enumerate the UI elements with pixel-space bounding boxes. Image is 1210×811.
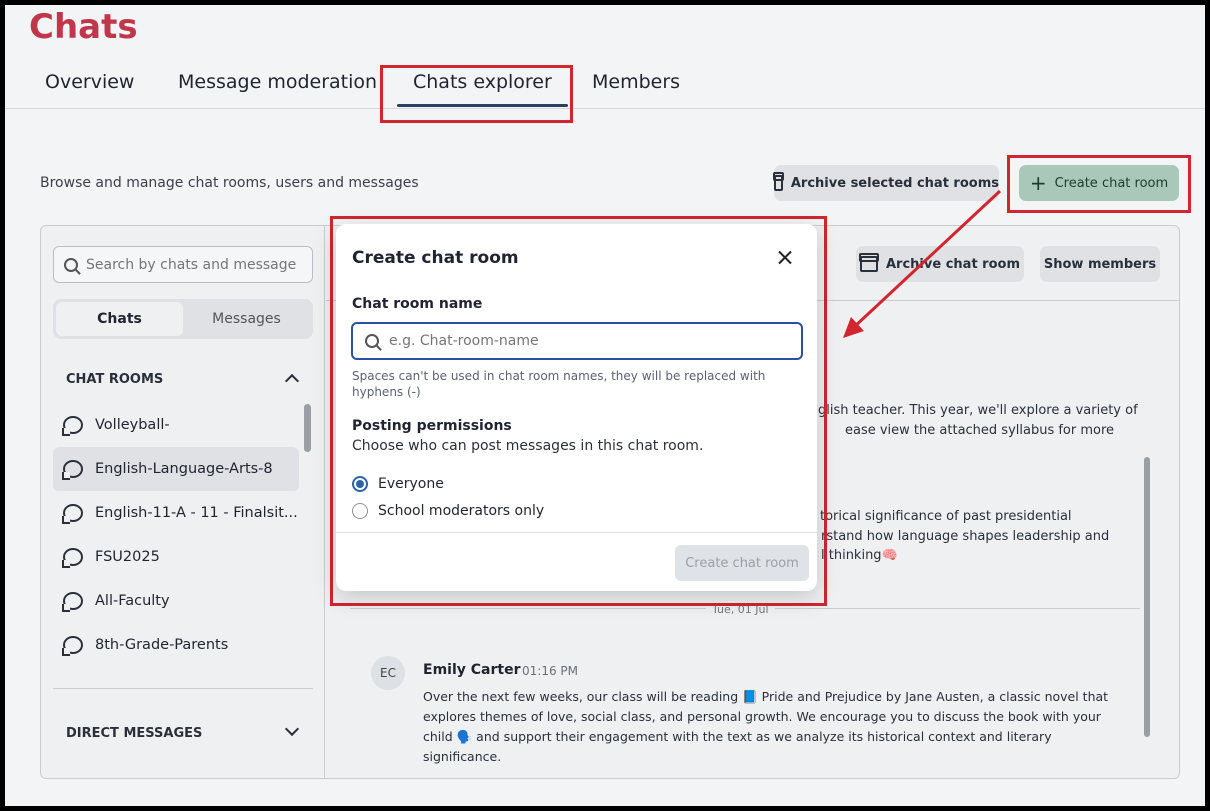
archive-icon <box>859 253 879 272</box>
sidebar-divider <box>53 688 313 689</box>
list-item[interactable]: All-Faculty <box>53 579 299 623</box>
room-name: English-Language-Arts-8 <box>95 461 273 477</box>
chat-room-list: Volleyball- English-Language-Arts-8 Engl… <box>53 403 299 667</box>
message-author: Emily Carter <box>423 662 521 678</box>
dialog-title: Create chat room <box>352 248 519 268</box>
close-icon[interactable] <box>775 248 795 268</box>
chat-bubble-icon <box>62 460 83 480</box>
radio-label: School moderators only <box>378 503 545 519</box>
chat-bubble-icon <box>62 504 83 524</box>
chat-search-input[interactable] <box>86 256 296 273</box>
list-item[interactable]: 8th-Grade-Parents <box>53 623 299 667</box>
show-members-label: Show members <box>1043 256 1157 272</box>
chat-list-sidebar: Chats Messages CHAT ROOMS Volleyball- En… <box>41 226 325 778</box>
room-name: Volleyball- <box>95 417 170 433</box>
chat-room-name-field[interactable] <box>351 322 803 360</box>
search-icon <box>64 257 78 272</box>
chevron-up-icon[interactable] <box>284 373 300 389</box>
radio-everyone[interactable]: Everyone <box>352 476 444 492</box>
message-text-fragment: l thinking🧠 <box>821 548 898 563</box>
segment-chats[interactable]: Chats <box>56 302 183 336</box>
chat-bubble-icon <box>62 416 83 436</box>
show-members-button[interactable]: Show members <box>1040 246 1160 282</box>
tab-chats-explorer[interactable]: Chats explorer <box>397 71 568 107</box>
radio-school-moderators[interactable]: School moderators only <box>352 503 544 519</box>
list-item[interactable]: English-11-A - 11 - Finalsit... <box>53 491 299 535</box>
tab-members[interactable]: Members <box>592 71 680 93</box>
chevron-down-icon[interactable] <box>284 721 300 737</box>
message-text-fragment: rstand how language shapes leadership an… <box>821 529 1110 544</box>
chat-room-name-input[interactable] <box>389 333 769 349</box>
chat-bubble-icon <box>62 548 83 568</box>
message-text-fragment: ease view the attached syllabus for more <box>845 423 1115 438</box>
chat-room-name-label: Chat room name <box>352 296 483 312</box>
archive-icon <box>773 172 784 191</box>
message-text-fragment: torical significance of past presidentia… <box>820 509 1072 524</box>
date-separator-label: Tue, 01 Jul <box>706 603 775 616</box>
page-title: Chats <box>29 7 138 47</box>
message-text-fragment: glish teacher. This year, we'll explore … <box>818 403 1138 418</box>
list-item[interactable]: Volleyball- <box>53 403 299 447</box>
archive-chat-room-button[interactable]: Archive chat room <box>856 246 1024 282</box>
tab-message-moderation[interactable]: Message moderation <box>178 71 377 93</box>
list-item[interactable]: English-Language-Arts-8 <box>53 447 299 491</box>
create-chat-room-button[interactable]: + Create chat room <box>1019 165 1179 201</box>
archive-selected-label: Archive selected chat rooms <box>790 175 999 191</box>
dialog-divider <box>336 532 817 533</box>
room-name: 8th-Grade-Parents <box>95 637 229 653</box>
name-hint: Spaces can't be used in chat room names,… <box>352 369 766 399</box>
tab-overview[interactable]: Overview <box>45 71 134 93</box>
posting-permissions-description: Choose who can post messages in this cha… <box>352 438 704 454</box>
posting-permissions-label: Posting permissions <box>352 418 512 434</box>
segment-messages[interactable]: Messages <box>183 302 310 336</box>
plus-icon: + <box>1029 171 1047 195</box>
sidebar-scrollbar[interactable] <box>304 404 311 452</box>
chats-messages-toggle: Chats Messages <box>53 299 313 339</box>
room-name: FSU2025 <box>95 549 160 565</box>
message-scrollbar[interactable] <box>1144 457 1150 737</box>
archive-chat-room-label: Archive chat room <box>886 256 1020 272</box>
direct-messages-heading: DIRECT MESSAGES <box>66 726 203 741</box>
search-icon <box>365 334 379 348</box>
radio-selected-icon[interactable] <box>352 476 368 492</box>
tab-bar: Overview Message moderation Chats explor… <box>5 63 1205 109</box>
radio-label: Everyone <box>378 476 444 492</box>
app-window: Chats Overview Message moderation Chats … <box>5 5 1205 806</box>
create-chat-room-submit-button[interactable]: Create chat room <box>675 545 809 581</box>
create-chat-room-label: Create chat room <box>1054 175 1169 191</box>
room-name: All-Faculty <box>95 593 170 609</box>
avatar: EC <box>371 656 405 690</box>
create-chat-room-dialog: Create chat room Chat room name Spaces c… <box>336 224 817 591</box>
room-name: English-11-A - 11 - Finalsit... <box>95 505 298 521</box>
chat-bubble-icon <box>62 592 83 612</box>
message-timestamp: 01:16 PM <box>522 664 578 678</box>
list-item[interactable]: FSU2025 <box>53 535 299 579</box>
sidebar-search[interactable] <box>53 246 313 283</box>
page-subtitle: Browse and manage chat rooms, users and … <box>40 175 419 191</box>
message-body: Over the next few weeks, our class will … <box>423 689 1109 764</box>
chat-bubble-icon <box>62 636 83 656</box>
archive-selected-button[interactable]: Archive selected chat rooms <box>773 165 999 201</box>
radio-unselected-icon[interactable] <box>352 503 368 519</box>
chat-rooms-heading: CHAT ROOMS <box>66 372 164 387</box>
